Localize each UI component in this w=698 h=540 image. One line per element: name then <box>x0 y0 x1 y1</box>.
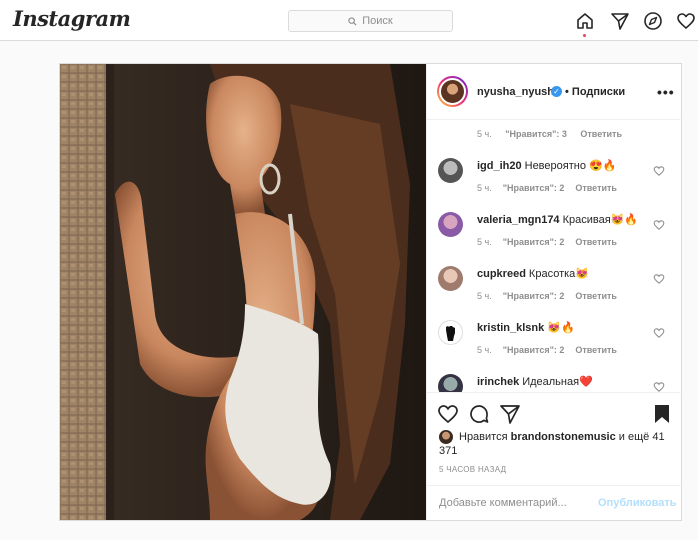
post-author-header: nyusha_nyusha ✓ • Подписки ••• <box>427 64 683 120</box>
caption-meta: 5 ч. "Нравится": 3 Ответить <box>477 129 633 139</box>
commenter-avatar[interactable] <box>438 266 463 291</box>
reply-button[interactable]: Ответить <box>575 345 617 355</box>
author-avatar-ring[interactable] <box>437 76 468 107</box>
following-button[interactable]: • Подписки <box>565 86 625 98</box>
home-icon[interactable] <box>575 11 595 31</box>
post-card: nyusha_nyusha ✓ • Подписки ••• 5 ч. "Нра… <box>59 63 683 521</box>
comment-text: Идеальная❤️ <box>522 376 593 388</box>
instagram-logo[interactable]: Instagram <box>13 6 131 31</box>
heart-icon[interactable] <box>676 11 696 31</box>
comment-text: Невероятно 😍🔥 <box>524 160 617 172</box>
share-icon[interactable] <box>499 403 521 425</box>
verified-badge-icon: ✓ <box>551 86 562 97</box>
author-avatar <box>439 78 466 105</box>
active-page-indicator <box>583 34 586 37</box>
comment-text: Красотка😻 <box>528 268 589 280</box>
comment-text: 😻🔥 <box>547 322 575 334</box>
comment-time: 5 ч. <box>477 291 492 301</box>
more-options-icon[interactable]: ••• <box>657 84 675 100</box>
add-comment-form: Добавьте комментарий... Опубликовать <box>427 485 683 521</box>
bookmark-icon[interactable] <box>651 403 673 425</box>
publish-button[interactable]: Опубликовать <box>598 497 677 509</box>
post-actions-panel: Нравится brandonstonemusic и ещё 41 371 … <box>427 392 683 520</box>
reply-button[interactable]: Ответить <box>575 237 617 247</box>
search-placeholder: Поиск <box>362 15 393 27</box>
post-timestamp[interactable]: 5 ЧАСОВ НАЗАД <box>439 465 506 474</box>
comment-like-count[interactable]: "Нравится": 2 <box>503 183 565 193</box>
reply-button[interactable]: Ответить <box>575 183 617 193</box>
commenter-username[interactable]: igd_ih20 <box>477 160 522 172</box>
comment-like-count[interactable]: "Нравится": 2 <box>503 291 565 301</box>
top-navigation-bar: Instagram Поиск <box>0 0 698 41</box>
comment-like-heart-icon[interactable] <box>653 273 665 285</box>
comment-item: igd_ih20 Невероятно 😍🔥 5 ч. "Нравится": 2 О… <box>427 158 683 212</box>
commenter-username[interactable]: kristin_klsnk <box>477 322 544 334</box>
commenter-avatar[interactable] <box>438 212 463 237</box>
comment-like-count[interactable]: "Нравится": 2 <box>503 237 565 247</box>
comment-like-heart-icon[interactable] <box>653 219 665 231</box>
comment-like-heart-icon[interactable] <box>653 165 665 177</box>
search-input[interactable]: Поиск <box>288 10 453 32</box>
commenter-username[interactable]: irinchek <box>477 376 519 388</box>
post-photo[interactable] <box>60 64 426 520</box>
reply-button[interactable]: Ответить <box>575 291 617 301</box>
comment-like-heart-icon[interactable] <box>653 327 665 339</box>
likes-prefix: Нравится <box>459 431 508 443</box>
likes-summary: Нравится brandonstonemusic и ещё 41 371 <box>439 430 669 458</box>
comment-item: cupkreed Красотка😻 5 ч. "Нравится": 2 Ответ… <box>427 266 683 320</box>
comment-item: valeria_mgn174 Красивая😻🔥 5 ч. "Нравится":… <box>427 212 683 266</box>
comment-icon[interactable] <box>468 403 490 425</box>
comment-meta: 5 ч. "Нравится": 2 Ответить <box>477 237 628 247</box>
comment-item: irinchek Идеальная❤️ <box>427 374 683 392</box>
comment-text: Красивая😻🔥 <box>562 214 639 226</box>
like-heart-icon[interactable] <box>437 403 459 425</box>
commenter-avatar[interactable] <box>438 320 463 345</box>
raised-fist-icon <box>446 326 455 341</box>
author-username[interactable]: nyusha_nyusha <box>477 86 560 98</box>
comment-time: 5 ч. <box>477 129 492 139</box>
direct-icon[interactable] <box>610 11 630 31</box>
comment-like-count[interactable]: "Нравится": 2 <box>503 345 565 355</box>
comment-time: 5 ч. <box>477 183 492 193</box>
search-icon <box>348 16 357 26</box>
post-photo-illustration <box>60 64 426 520</box>
comment-meta: 5 ч. "Нравится": 2 Ответить <box>477 183 628 193</box>
comment-item: kristin_klsnk 😻🔥 5 ч. "Нравится": 2 Ответит… <box>427 320 683 374</box>
commenter-username[interactable]: cupkreed <box>477 268 526 280</box>
comment-meta: 5 ч. "Нравится": 2 Ответить <box>477 345 628 355</box>
comments-list[interactable]: 5 ч. "Нравится": 3 Ответить igd_ih20 Неве… <box>427 121 683 392</box>
comment-like-heart-icon[interactable] <box>653 381 665 392</box>
comment-meta: 5 ч. "Нравится": 2 Ответить <box>477 291 628 301</box>
commenter-avatar[interactable] <box>438 158 463 183</box>
commenter-username[interactable]: valeria_mgn174 <box>477 214 560 226</box>
comment-like-count[interactable]: "Нравится": 3 <box>505 129 567 139</box>
post-sidebar: nyusha_nyusha ✓ • Подписки ••• 5 ч. "Нра… <box>426 64 683 520</box>
liker-username[interactable]: brandonstonemusic <box>511 431 616 443</box>
comment-time: 5 ч. <box>477 237 492 247</box>
reply-button[interactable]: Ответить <box>580 129 622 139</box>
comment-input[interactable]: Добавьте комментарий... <box>439 497 567 509</box>
comment-time: 5 ч. <box>477 345 492 355</box>
explore-icon[interactable] <box>643 11 663 31</box>
commenter-avatar[interactable] <box>438 374 463 392</box>
